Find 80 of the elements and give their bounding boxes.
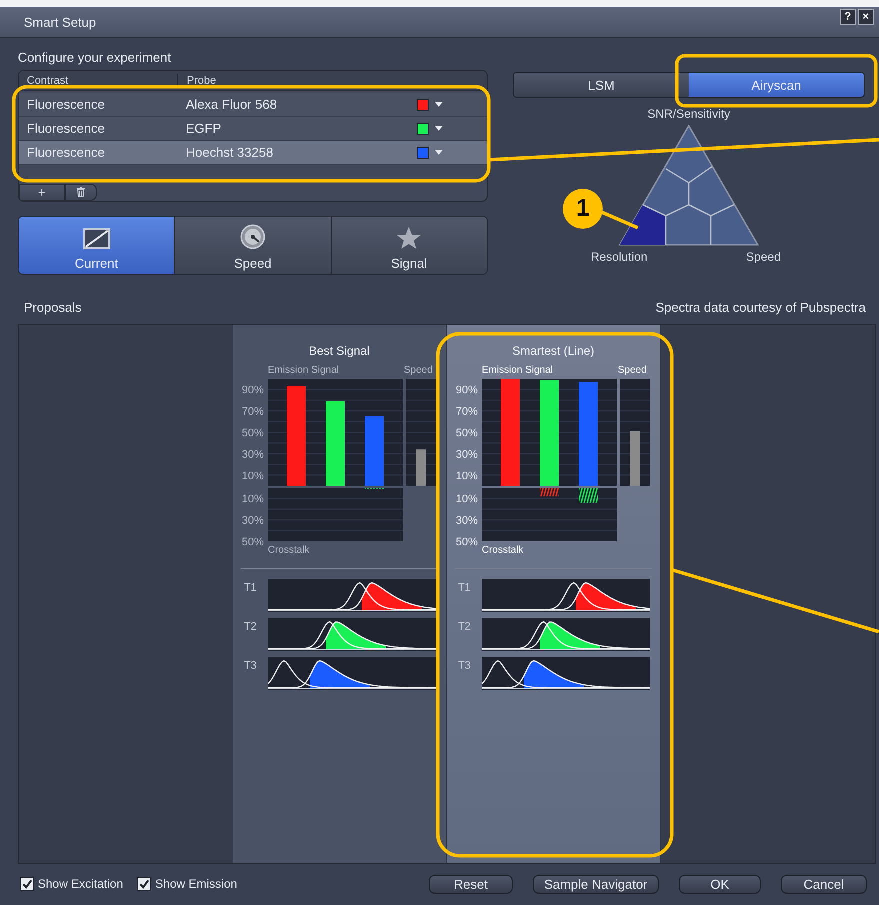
system-tab[interactable]: LSM	[514, 73, 689, 97]
meter-title: Speed	[618, 365, 647, 376]
table-cell-text: Fluorescence	[26, 121, 106, 136]
track-label: T3	[243, 659, 258, 672]
tick-label: 50%	[456, 428, 478, 440]
credit-text: Spectra data courtesy of Pubspectra	[656, 300, 866, 317]
color-swatch[interactable]	[417, 98, 429, 110]
column-header: Probe	[186, 74, 218, 88]
proposal-title[interactable]: Smartest (Line)	[447, 344, 660, 359]
table-row[interactable]: Fluorescence Alexa Fluor 568	[19, 93, 487, 117]
tick-label: 30%	[456, 448, 478, 461]
checkbox-label: Show Emission	[155, 877, 238, 891]
tick-label: 50%	[242, 428, 264, 440]
dialog-button[interactable]: Sample Navigator	[533, 874, 659, 894]
checkbox[interactable]	[137, 877, 152, 891]
close-button[interactable]: ×	[858, 9, 874, 25]
chart-title: Emission Signal	[268, 365, 340, 376]
checkbox-label: Show Excitation	[38, 877, 124, 891]
table-cell-text: Fluorescence	[26, 145, 106, 160]
dialog-button[interactable]: OK	[679, 874, 761, 894]
track-label: T3	[457, 659, 472, 672]
trash-icon	[76, 187, 86, 198]
axis-label: Resolution	[591, 250, 648, 264]
table-cell-text: Fluorescence	[26, 97, 106, 112]
table-cell-text: Hoechst 33258	[185, 145, 274, 160]
tick-label: 10%	[456, 494, 478, 506]
system-tab[interactable]: Airyscan	[689, 73, 864, 97]
dialog-button[interactable]: Cancel	[781, 874, 867, 894]
gauge-icon	[240, 224, 266, 250]
tick-label: 30%	[456, 515, 478, 528]
axis-label: SNR/Sensitivity	[648, 107, 730, 121]
mode-tab[interactable]: Signal	[332, 217, 487, 274]
caret-icon[interactable]	[435, 102, 443, 108]
caret-icon[interactable]	[435, 126, 443, 132]
tick-label: 10%	[242, 470, 264, 482]
current-icon	[82, 228, 111, 250]
window-title: Smart Setup	[24, 14, 96, 30]
tick-label: 30%	[242, 515, 264, 528]
track-label: T2	[243, 620, 258, 633]
tick-label: 30%	[242, 448, 264, 461]
triangle-selector[interactable]	[619, 125, 759, 246]
column-header: Contrast	[19, 74, 178, 88]
color-swatch[interactable]	[417, 122, 429, 134]
tick-label: 10%	[456, 470, 478, 482]
tick-label: 70%	[456, 406, 478, 418]
bar	[365, 416, 384, 486]
color-swatch[interactable]	[417, 146, 429, 158]
chart-title: Crosstalk	[482, 545, 524, 555]
axis-label: Speed	[746, 250, 781, 264]
chart-title: Emission Signal	[482, 365, 554, 376]
callout-line	[600, 210, 639, 230]
meter-title: Speed	[404, 365, 433, 376]
delete-button[interactable]	[65, 184, 97, 201]
chart-title: Crosstalk	[268, 545, 310, 555]
table-cell-text: EGFP	[185, 121, 222, 136]
tick-label: 50%	[242, 536, 264, 548]
add-button[interactable]: +	[19, 184, 65, 201]
section-heading: Proposals	[24, 300, 82, 317]
tick-label: 70%	[242, 406, 264, 418]
hatched-bar	[579, 488, 598, 503]
table-cell-text: Alexa Fluor 568	[185, 97, 278, 112]
track-label: T2	[457, 620, 472, 633]
table-row[interactable]: Fluorescence EGFP	[19, 117, 487, 141]
help-button[interactable]: ?	[840, 9, 856, 25]
tick-label: 90%	[242, 384, 264, 397]
dialog-button[interactable]: Reset	[429, 874, 513, 894]
hatched-bar	[540, 488, 559, 497]
mode-tab[interactable]: Current	[19, 217, 176, 274]
table-row[interactable]: Fluorescence Hoechst 33258	[19, 141, 487, 165]
tick-label: 50%	[456, 536, 478, 548]
track-label: T1	[457, 581, 472, 594]
mode-tab[interactable]: Speed	[175, 217, 332, 274]
tick-label: 90%	[456, 384, 478, 397]
proposal-title[interactable]: Best Signal	[233, 344, 446, 359]
tick-label: 10%	[242, 494, 264, 506]
checkbox[interactable]	[20, 877, 34, 891]
track-label: T1	[243, 581, 258, 594]
caret-icon[interactable]	[435, 150, 443, 156]
section-heading: Configure your experiment	[18, 50, 172, 66]
star-icon	[396, 226, 422, 250]
